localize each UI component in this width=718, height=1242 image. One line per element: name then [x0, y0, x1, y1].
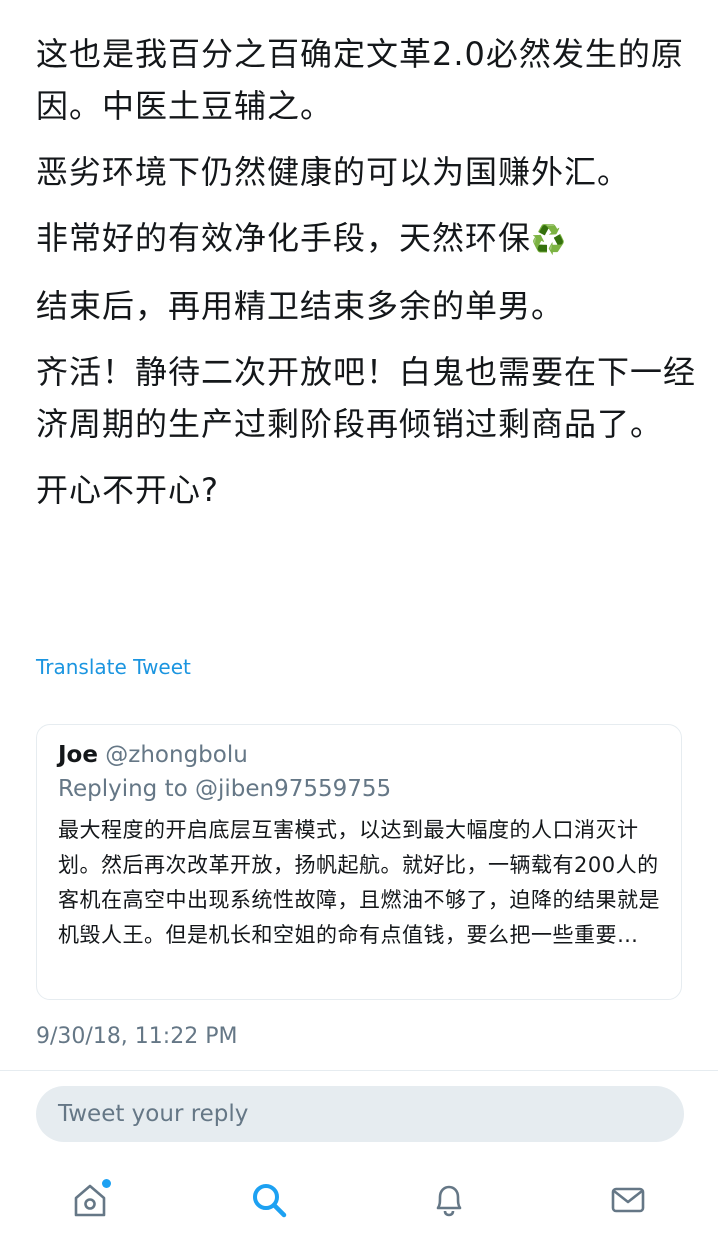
mail-icon	[611, 1187, 645, 1213]
tweet-paragraph: 恶劣环境下仍然健康的可以为国赚外汇。	[36, 153, 631, 191]
replying-to-label: Replying to	[58, 776, 188, 802]
tab-notifications[interactable]	[414, 1165, 484, 1235]
quoted-author-handle: @zhongbolu	[105, 742, 248, 768]
tab-search[interactable]	[234, 1165, 304, 1235]
tab-messages[interactable]	[593, 1165, 663, 1235]
tweet-paragraph: 这也是我百分之百确定文革2.0必然发生的原因。中医土豆辅之。	[36, 35, 684, 125]
tweet-paragraph: 齐活！静待二次开放吧！白鬼也需要在下一经济周期的生产过剩阶段再倾销过剩商品了。	[36, 353, 697, 443]
notification-dot	[101, 1179, 111, 1188]
quoted-tweet-header: Joe @zhongbolu	[58, 739, 661, 771]
tweet-paragraph: 结束后，再用精卫结束多余的单男。	[36, 287, 565, 325]
tweet-text: 这也是我百分之百确定文革2.0必然发生的原因。中医土豆辅之。 恶劣环境下仍然健康…	[36, 28, 696, 530]
reply-input[interactable]: Tweet your reply	[36, 1086, 684, 1142]
bell-icon	[436, 1185, 462, 1217]
recycle-icon: ♻️	[531, 223, 567, 256]
bottom-tab-bar	[0, 1158, 718, 1242]
tweet-paragraph: 开心不开心?	[36, 471, 219, 509]
quoted-author-name: Joe	[58, 742, 98, 768]
quoted-tweet-text: 最大程度的开启底层互害模式，以达到最大幅度的人口消灭计划。然后再次改革开放，扬帆…	[58, 818, 660, 947]
divider	[0, 1070, 718, 1071]
replying-to-handle[interactable]: @jiben97559755	[195, 776, 391, 802]
reply-placeholder: Tweet your reply	[58, 1101, 249, 1127]
tab-home[interactable]	[55, 1165, 125, 1235]
tweet-paragraph: 非常好的有效净化手段，天然环保♻️	[36, 212, 696, 266]
replying-to-line: Replying to @jiben97559755	[58, 771, 661, 807]
translate-tweet-link[interactable]: Translate Tweet	[36, 655, 191, 679]
tweet-paragraph-text: 非常好的有效净化手段，天然环保	[36, 219, 532, 257]
tweet-timestamp: 9/30/18, 11:22 PM	[36, 1024, 238, 1049]
search-icon	[253, 1184, 287, 1218]
quoted-tweet[interactable]: Joe @zhongbolu Replying to @jiben9755975…	[36, 724, 682, 1000]
